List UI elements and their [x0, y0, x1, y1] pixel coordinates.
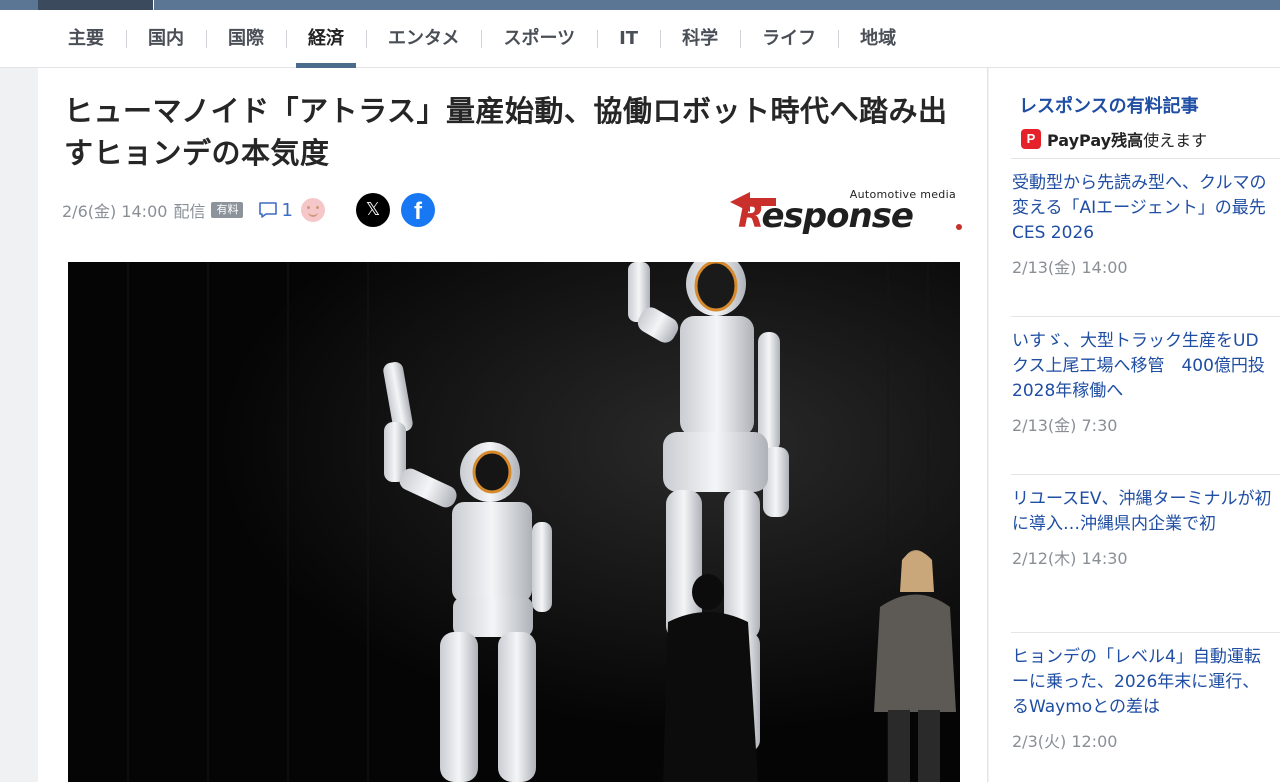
- sidebar-article-date: 2/3(火) 12:00: [1012, 732, 1118, 751]
- sidebar-article-title: 受動型から先読み型へ、クルマの 変える「AIエージェント」の最先 CES 2026: [1012, 171, 1280, 246]
- nav-item[interactable]: 地域: [838, 10, 918, 68]
- sidebar-article-title-line: 変える「AIエージェント」の最先: [1012, 198, 1266, 218]
- category-nav: 主要 国内 国際 経済 エンタメ スポーツ IT 科学 ライフ 地域: [0, 10, 1280, 68]
- sidebar-article-title-line: クス上尾工場へ移管 400億円投: [1012, 356, 1265, 376]
- nav-item[interactable]: 国内: [126, 10, 206, 68]
- reaction-face-icon[interactable]: [300, 198, 325, 222]
- nav-item[interactable]: 科学: [660, 10, 740, 68]
- sidebar-article[interactable]: ヒョンデの「レベル4」自動運転 ーに乗った、2026年末に運行、 るWaymoとの差…: [1011, 632, 1280, 782]
- sidebar-article-title-line: CES 2026: [1012, 223, 1095, 243]
- article-main: ヒューマノイド「アトラス」量産始動、協働ロボット時代へ踏み出すヒョンデの本気度 …: [38, 68, 988, 782]
- sidebar-article-title-line: ーに乗った、2026年末に運行、: [1012, 672, 1260, 692]
- sidebar-article-title-line: 2028年稼働へ: [1012, 381, 1124, 401]
- sidebar-article-title-line: いすゞ、大型トラック生産をUD: [1012, 331, 1259, 351]
- logo-dot: [956, 224, 962, 230]
- comment-link[interactable]: 1: [257, 199, 293, 221]
- category-list: 主要 国内 国際 経済 エンタメ スポーツ IT 科学 ライフ 地域: [46, 10, 918, 68]
- sidebar-article[interactable]: 受動型から先読み型へ、クルマの 変える「AIエージェント」の最先 CES 2026 2…: [1011, 158, 1280, 316]
- comment-count: 1: [281, 199, 293, 221]
- sidebar-article-title-line: リユースEV、沖縄ターミナルが初: [1012, 489, 1272, 509]
- nav-item[interactable]: エンタメ: [366, 10, 481, 68]
- nav-item[interactable]: IT: [597, 10, 660, 68]
- sidebar-article[interactable]: リユースEV、沖縄ターミナルが初 に導入…沖縄県内企業で初 2/12(木) 14:3…: [1011, 474, 1280, 632]
- sidebar-article-title-line: 受動型から先読み型へ、クルマの: [1012, 173, 1267, 193]
- x-share-icon[interactable]: 𝕏: [356, 193, 390, 227]
- nav-item[interactable]: ライフ: [740, 10, 838, 68]
- top-strip-active: [38, 0, 154, 10]
- sidebar-article-title: いすゞ、大型トラック生産をUD クス上尾工場へ移管 400億円投 2028年稼働へ: [1012, 329, 1280, 404]
- logo-wordmark: Response: [738, 196, 914, 236]
- paypay-notice: P PayPay残高 使えます: [1021, 127, 1207, 151]
- response-logo[interactable]: Automotive media Response: [726, 186, 966, 236]
- article-photo[interactable]: [68, 262, 960, 782]
- article-meta: 2/6(金) 14:00 配信 有料 1: [62, 194, 325, 226]
- sidebar-article-date: 2/12(木) 14:30: [1012, 549, 1128, 568]
- delivered-label: 配信: [173, 202, 206, 221]
- humanoid-robots-image: [68, 262, 960, 782]
- sidebar-article-title-line: るWaymoとの差は: [1012, 697, 1160, 717]
- paid-badge: 有料: [211, 202, 244, 218]
- sidebar-article-title: リユースEV、沖縄ターミナルが初 に導入…沖縄県内企業で初: [1012, 487, 1280, 537]
- sidebar-article[interactable]: いすゞ、大型トラック生産をUD クス上尾工場へ移管 400億円投 2028年稼働へ 2…: [1011, 316, 1280, 474]
- nav-item[interactable]: スポーツ: [481, 10, 597, 68]
- facebook-share-icon[interactable]: f: [401, 193, 435, 227]
- sidebar-article-date: 2/13(金) 7:30: [1012, 416, 1118, 435]
- nav-item[interactable]: 経済: [286, 10, 366, 68]
- paypay-brand: PayPay残高: [1047, 131, 1144, 150]
- sidebar-article-title-line: ヒョンデの「レベル4」自動運転: [1012, 647, 1261, 667]
- sidebar-heading[interactable]: レスポンスの有料記事: [1019, 92, 1199, 118]
- article-title: ヒューマノイド「アトラス」量産始動、協働ロボット時代へ踏み出すヒョンデの本気度: [64, 94, 948, 170]
- article-date: 2/6(金) 14:00: [62, 202, 168, 221]
- nav-item[interactable]: 国際: [206, 10, 286, 68]
- nav-item[interactable]: 主要: [46, 10, 126, 68]
- paypay-text: 使えます: [1143, 131, 1208, 150]
- sidebar: レスポンスの有料記事 P PayPay残高 使えます 受動型から先読み型へ、クル…: [989, 68, 1280, 782]
- sidebar-article-title-line: に導入…沖縄県内企業で初: [1012, 514, 1216, 534]
- sidebar-article-date: 2/13(金) 14:00: [1012, 258, 1128, 277]
- comment-icon: [259, 202, 278, 218]
- top-strip: [0, 0, 1280, 10]
- paypay-icon: P: [1021, 129, 1041, 149]
- sidebar-article-title: ヒョンデの「レベル4」自動運転 ーに乗った、2026年末に運行、 るWaymoとの差…: [1012, 645, 1280, 720]
